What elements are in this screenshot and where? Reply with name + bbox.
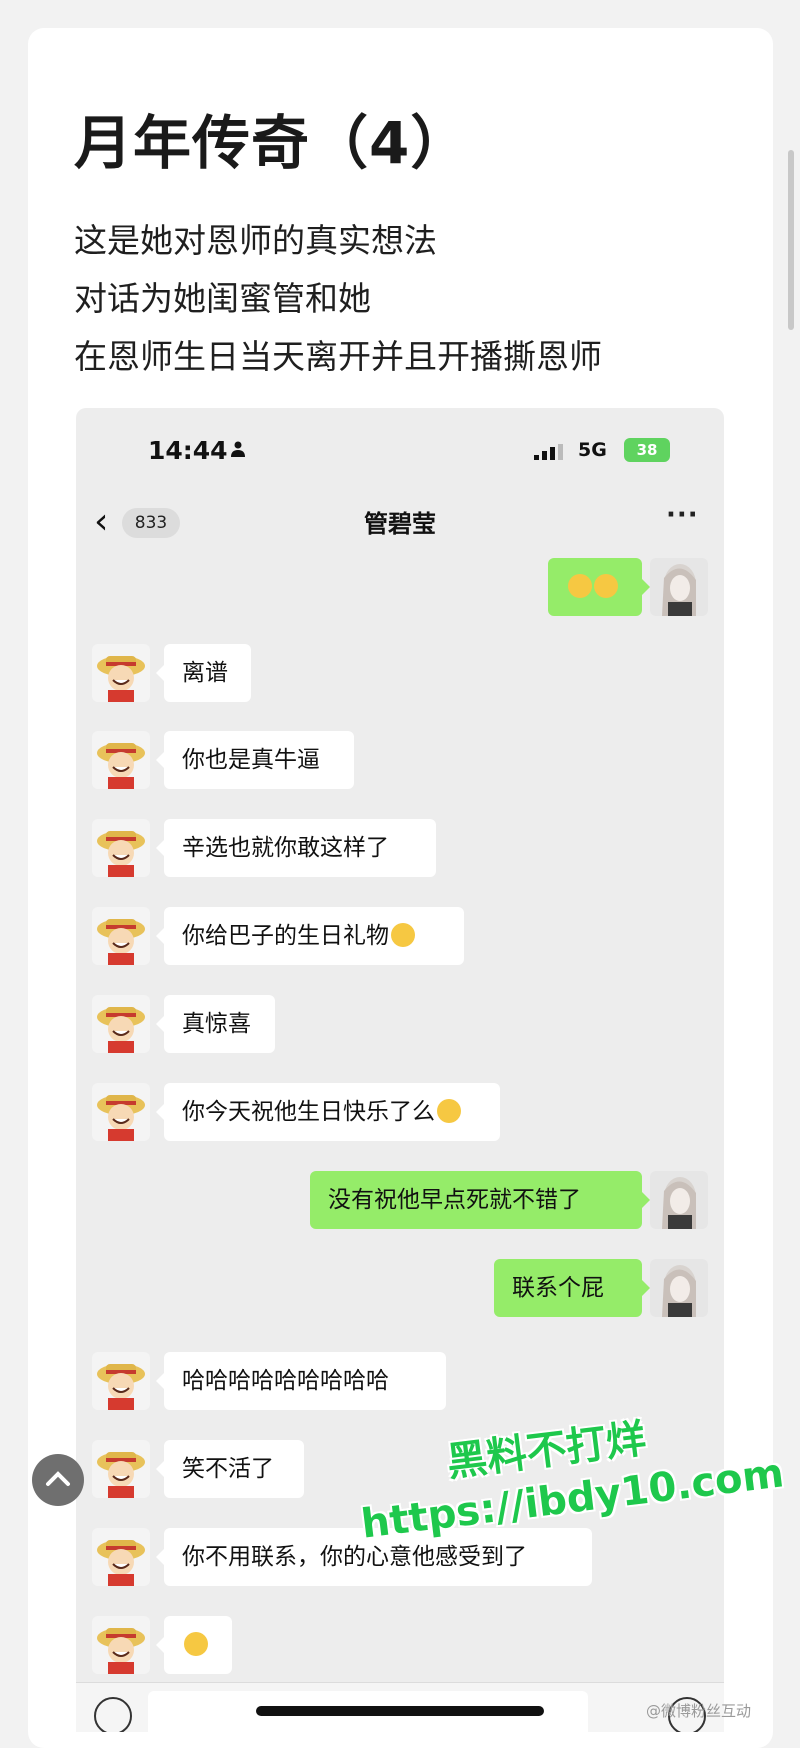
message-row: 你也是真牛逼 bbox=[76, 731, 724, 789]
message-text: 联系个屁 bbox=[512, 1275, 604, 1301]
bubble-tail bbox=[156, 1373, 164, 1389]
chevron-up-icon bbox=[46, 1471, 70, 1486]
bubble-tail bbox=[156, 928, 164, 944]
article-line-1: 这是她对恩师的真实想法 bbox=[74, 221, 437, 260]
message-text: 真惊喜 bbox=[182, 1011, 251, 1037]
emoji-icon bbox=[594, 573, 618, 598]
status-time: 14:44 bbox=[148, 436, 228, 465]
chat-navbar: ‹ 833 管碧莹 ··· bbox=[76, 488, 724, 558]
contact-avatar[interactable] bbox=[92, 819, 150, 877]
bubble-tail bbox=[156, 840, 164, 856]
message-bubble[interactable]: 没有祝他早点死就不错了 bbox=[310, 1171, 642, 1229]
message-bubble[interactable]: 你给巴子的生日礼物 bbox=[164, 907, 464, 965]
message-bubble[interactable]: 联系个屁 bbox=[494, 1259, 642, 1317]
message-row: 联系个屁 bbox=[76, 1259, 724, 1317]
emoji-icon bbox=[391, 922, 415, 947]
emoji-icon bbox=[568, 573, 592, 598]
bubble-tail bbox=[156, 665, 164, 681]
bubble-tail bbox=[156, 1461, 164, 1477]
message-row: 辛选也就你敢这样了 bbox=[76, 819, 724, 877]
message-text: 笑不活了 bbox=[182, 1456, 274, 1482]
bubble-tail bbox=[156, 1104, 164, 1120]
message-text: 没有祝他早点死就不错了 bbox=[328, 1187, 581, 1213]
message-bubble[interactable]: 笑不活了 bbox=[164, 1440, 304, 1498]
bubble-tail bbox=[642, 1192, 650, 1208]
bubble-tail bbox=[156, 1016, 164, 1032]
contact-avatar[interactable] bbox=[92, 1440, 150, 1498]
bubble-tail bbox=[156, 1637, 164, 1653]
status-bar: 14:44 5G 38 bbox=[76, 408, 724, 488]
signal-icon bbox=[534, 444, 563, 460]
network-label: 5G bbox=[578, 439, 607, 461]
message-row: 没有祝他早点死就不错了 bbox=[76, 1171, 724, 1229]
battery-indicator: 38 bbox=[624, 438, 670, 462]
bubble-tail bbox=[156, 1549, 164, 1565]
message-text: 辛选也就你敢这样了 bbox=[182, 835, 389, 861]
article-line-3: 在恩师生日当天离开并且开播撕恩师 bbox=[74, 337, 602, 376]
message-bubble[interactable]: 真惊喜 bbox=[164, 995, 275, 1053]
message-bubble[interactable]: 你也是真牛逼 bbox=[164, 731, 354, 789]
message-row: 你今天祝他生日快乐了么 bbox=[76, 1083, 724, 1141]
home-indicator bbox=[256, 1706, 544, 1716]
contact-avatar[interactable] bbox=[92, 1528, 150, 1586]
emoji-icon bbox=[184, 1631, 208, 1656]
message-bubble[interactable] bbox=[548, 558, 642, 616]
article-title: 月年传奇（4） bbox=[74, 109, 470, 177]
weibo-credit: @微博粉丝互动 bbox=[646, 1702, 752, 1720]
message-bubble[interactable]: 离谱 bbox=[164, 644, 251, 702]
message-text: 离谱 bbox=[182, 660, 228, 686]
message-text: 你今天祝他生日快乐了么 bbox=[182, 1099, 435, 1125]
contact-avatar[interactable] bbox=[92, 907, 150, 965]
message-text: 你不用联系，你的心意他感受到了 bbox=[182, 1544, 527, 1570]
message-bubble[interactable]: 哈哈哈哈哈哈哈哈哈 bbox=[164, 1352, 446, 1410]
message-bubble[interactable]: 你今天祝他生日快乐了么 bbox=[164, 1083, 500, 1141]
self-avatar[interactable] bbox=[650, 558, 708, 616]
contact-avatar[interactable] bbox=[92, 644, 150, 702]
message-row: 真惊喜 bbox=[76, 995, 724, 1053]
scroll-top-button[interactable] bbox=[32, 1454, 84, 1506]
message-row: 哈哈哈哈哈哈哈哈哈 bbox=[76, 1352, 724, 1410]
article-line-2: 对话为她闺蜜管和她 bbox=[74, 279, 371, 318]
self-avatar[interactable] bbox=[650, 1259, 708, 1317]
contact-avatar[interactable] bbox=[92, 995, 150, 1053]
chat-title: 管碧莹 bbox=[364, 510, 436, 538]
emoji-icon bbox=[437, 1098, 461, 1123]
contact-avatar[interactable] bbox=[92, 731, 150, 789]
contact-avatar[interactable] bbox=[92, 1083, 150, 1141]
message-row bbox=[76, 1616, 724, 1674]
bubble-tail bbox=[642, 1280, 650, 1296]
message-row: 你给巴子的生日礼物 bbox=[76, 907, 724, 965]
message-text: 你给巴子的生日礼物 bbox=[182, 923, 389, 949]
more-button[interactable]: ··· bbox=[666, 500, 699, 530]
message-row bbox=[76, 558, 724, 616]
message-bubble[interactable]: 辛选也就你敢这样了 bbox=[164, 819, 436, 877]
contact-avatar[interactable] bbox=[92, 1616, 150, 1674]
message-bubble[interactable] bbox=[164, 1616, 232, 1674]
message-text: 哈哈哈哈哈哈哈哈哈 bbox=[182, 1368, 389, 1394]
person-icon bbox=[231, 441, 245, 457]
message-row: 离谱 bbox=[76, 644, 724, 702]
bubble-tail bbox=[156, 752, 164, 768]
voice-button[interactable] bbox=[94, 1697, 132, 1732]
message-text: 你也是真牛逼 bbox=[182, 747, 320, 773]
page-scrollbar[interactable] bbox=[788, 150, 794, 330]
self-avatar[interactable] bbox=[650, 1171, 708, 1229]
contact-avatar[interactable] bbox=[92, 1352, 150, 1410]
bubble-tail bbox=[642, 579, 650, 595]
